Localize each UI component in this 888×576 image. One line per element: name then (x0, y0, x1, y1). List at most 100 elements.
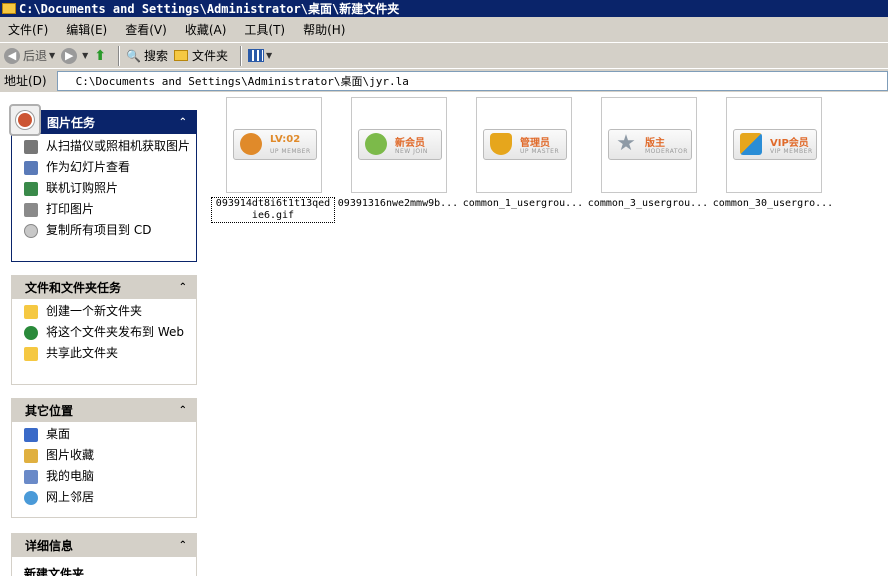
task-order-prints[interactable]: 联机订购照片 (24, 182, 190, 196)
collapse-chevron-icon[interactable]: ⌃ (179, 282, 187, 293)
badge-image: VIP会员 VIP MEMBER (733, 129, 817, 160)
folder-icon (2, 3, 16, 14)
toolbar-separator (240, 45, 243, 66)
badge-sub-text: NEW JOIN (395, 148, 428, 155)
task-share-folder[interactable]: 共享此文件夹 (24, 347, 190, 361)
slideshow-icon (24, 161, 38, 175)
medal-icon (240, 133, 262, 155)
file-thumbnail[interactable]: ★ 版主 MODERATOR (601, 97, 697, 193)
views-icon (248, 49, 265, 62)
task-get-pictures[interactable]: 从扫描仪或照相机获取图片 (24, 140, 190, 154)
file-tasks-title: 文件和文件夹任务 (25, 280, 122, 295)
back-button[interactable]: ◀ 后退 ▼ (4, 47, 55, 64)
folders-button[interactable]: 文件夹 (174, 47, 228, 64)
picture-tasks-title: 图片任务 (47, 115, 96, 130)
picture-tasks-icon (9, 104, 41, 136)
up-button[interactable]: ⬆ (94, 48, 106, 64)
forward-arrow-icon: ▶ (61, 47, 78, 64)
file-thumbnail[interactable]: 管理员 UP MASTER (476, 97, 572, 193)
collapse-chevron-icon[interactable]: ⌃ (179, 405, 187, 416)
collapse-chevron-icon[interactable]: ⌃ (179, 540, 187, 551)
file-thumbnail[interactable]: VIP会员 VIP MEMBER (726, 97, 822, 193)
task-publish-web[interactable]: 将这个文件夹发布到 Web (24, 326, 190, 340)
details-name: 新建文件夹 (24, 567, 85, 576)
menu-view[interactable]: 查看(V) (125, 21, 167, 38)
badge-sub-text: UP MASTER (520, 148, 560, 155)
cd-icon (24, 224, 38, 238)
search-label: 搜索 (144, 49, 169, 63)
address-bar: 地址(D) C:\Documents and Settings\Administ… (0, 68, 888, 92)
search-icon: 🔍 (126, 48, 142, 63)
other-places-panel: 其它位置 ⌃ 桌面 图片收藏 我的电脑 网上邻居 (11, 398, 197, 518)
place-my-pictures[interactable]: 图片收藏 (24, 449, 190, 463)
place-label: 网上邻居 (46, 490, 95, 504)
file-thumbnail[interactable]: LV:02 UP MEMBER (226, 97, 322, 193)
file-tasks-header[interactable]: 文件和文件夹任务 ⌃ (11, 275, 197, 299)
task-label: 复制所有项目到 CD (46, 223, 152, 237)
network-places-icon (24, 491, 38, 505)
badge-main-text: 版主 (645, 138, 665, 149)
menu-file[interactable]: 文件(F) (8, 21, 48, 38)
file-name[interactable]: 093914dt8i6t1t13qedie6.gif (211, 197, 335, 223)
badge-image: 管理员 UP MASTER (483, 129, 567, 160)
task-label: 创建一个新文件夹 (46, 304, 143, 318)
forward-button[interactable]: ▶ ▼ (61, 47, 88, 64)
file-thumbnail[interactable]: 新会员 NEW JOIN (351, 97, 447, 193)
back-dropdown-icon[interactable]: ▼ (49, 51, 55, 60)
badge-sub-text: MODERATOR (645, 148, 688, 155)
picture-tasks-panel: 图片任务 ⌃ 从扫描仪或照相机获取图片 作为幻灯片查看 联机订购照片 打印图片 … (9, 104, 197, 262)
task-new-folder[interactable]: 创建一个新文件夹 (24, 305, 190, 319)
my-computer-icon (24, 470, 38, 484)
file-tasks-panel: 文件和文件夹任务 ⌃ 创建一个新文件夹 将这个文件夹发布到 Web 共享此文件夹 (11, 275, 197, 385)
place-my-computer[interactable]: 我的电脑 (24, 470, 190, 484)
file-name[interactable]: common_3_usergrou... (586, 198, 710, 210)
toolbar: ◀ 后退 ▼ ▶ ▼ ⬆ 🔍 搜索 文件夹 ▼ (0, 42, 888, 68)
file-name[interactable]: common_30_usergro... (711, 198, 835, 210)
views-button[interactable]: ▼ (248, 49, 272, 62)
place-network[interactable]: 网上邻居 (24, 491, 190, 505)
task-copy-cd[interactable]: 复制所有项目到 CD (24, 224, 190, 238)
badge-sub-text: VIP MEMBER (770, 148, 813, 155)
cubes-icon (740, 133, 762, 155)
tag-icon (365, 133, 387, 155)
collapse-chevron-icon[interactable]: ⌃ (179, 117, 187, 128)
place-label: 我的电脑 (46, 469, 95, 483)
details-header[interactable]: 详细信息 ⌃ (11, 533, 197, 557)
new-folder-icon (24, 305, 38, 319)
file-name[interactable]: 09391316nwe2mmw9b... (336, 198, 460, 210)
menu-tools[interactable]: 工具(T) (244, 21, 285, 38)
share-folder-icon (24, 347, 38, 361)
task-label: 从扫描仪或照相机获取图片 (46, 139, 191, 153)
back-arrow-icon: ◀ (4, 47, 20, 64)
forward-dropdown-icon[interactable]: ▼ (82, 51, 88, 60)
folder-icon (174, 50, 189, 61)
publish-web-icon (24, 326, 38, 340)
file-name[interactable]: common_1_usergrou... (461, 198, 585, 210)
menu-edit[interactable]: 编辑(E) (66, 21, 107, 38)
badge-image: 新会员 NEW JOIN (358, 129, 442, 160)
address-input[interactable]: C:\Documents and Settings\Administrator\… (56, 70, 888, 91)
task-slideshow[interactable]: 作为幻灯片查看 (24, 161, 190, 175)
place-label: 桌面 (46, 427, 71, 441)
search-button[interactable]: 🔍 搜索 (126, 47, 168, 64)
other-places-header[interactable]: 其它位置 ⌃ (11, 398, 197, 422)
printer-icon (24, 203, 38, 217)
camera-icon (24, 140, 38, 154)
folders-label: 文件夹 (192, 49, 229, 63)
task-label: 共享此文件夹 (46, 346, 119, 360)
menu-help[interactable]: 帮助(H) (303, 21, 345, 38)
toolbar-separator (118, 45, 121, 66)
views-dropdown-icon[interactable]: ▼ (266, 51, 272, 60)
shield-icon (490, 133, 512, 155)
task-print[interactable]: 打印图片 (24, 203, 190, 217)
menu-favorites[interactable]: 收藏(A) (185, 21, 227, 38)
folder-up-icon: ⬆ (94, 47, 107, 64)
task-label: 联机订购照片 (46, 181, 119, 195)
place-label: 图片收藏 (46, 448, 95, 462)
star-icon: ★ (616, 131, 636, 156)
badge-image: ★ 版主 MODERATOR (608, 129, 692, 160)
details-title: 详细信息 (25, 538, 74, 553)
other-places-title: 其它位置 (25, 403, 74, 418)
badge-main-text: 新会员 (395, 138, 425, 149)
place-desktop[interactable]: 桌面 (24, 428, 190, 442)
